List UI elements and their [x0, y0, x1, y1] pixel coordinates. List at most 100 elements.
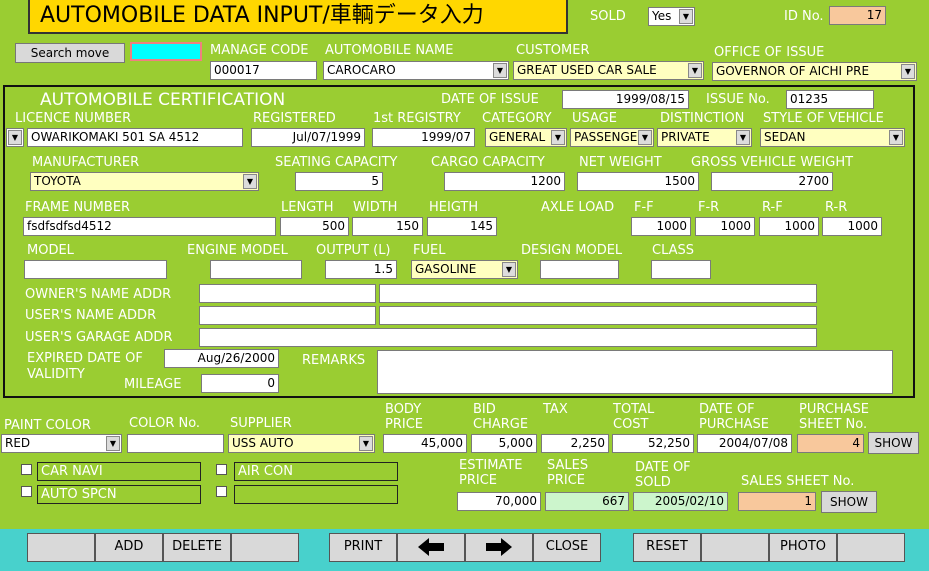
blank-option-checkbox[interactable] — [216, 486, 227, 497]
validity-label: VALIDITY — [27, 367, 85, 382]
close-button[interactable]: CLOSE — [533, 533, 601, 562]
frame-label: FRAME NUMBER — [25, 200, 131, 215]
engine-model-field[interactable] — [210, 260, 302, 279]
licence-field[interactable]: OWARIKOMAKI 501 SA 4512 — [27, 128, 243, 147]
axle-rr-label: R-R — [825, 200, 848, 215]
date-of-purchase-field[interactable]: 2004/07/08 — [697, 434, 792, 453]
owner-name-field[interactable] — [199, 284, 376, 303]
customer-select[interactable]: GREAT USED CAR SALE ▼ — [513, 61, 704, 80]
user-name-field[interactable] — [199, 306, 376, 325]
car-navi-checkbox[interactable] — [21, 464, 32, 475]
owner-addr-field[interactable] — [379, 284, 817, 303]
engine-model-label: ENGINE MODEL — [187, 243, 288, 258]
reset-button[interactable]: RESET — [633, 533, 701, 562]
class-field[interactable] — [651, 260, 711, 279]
date-of-issue-field[interactable]: 1999/08/15 — [562, 90, 689, 109]
automobile-name-select[interactable]: CAROCARO ▼ — [323, 61, 509, 80]
previous-button[interactable] — [397, 533, 465, 562]
first-registry-label: 1st REGISTRY — [373, 111, 461, 126]
output-label: OUTPUT (L) — [316, 243, 391, 258]
search-move-button[interactable]: Search move — [15, 43, 125, 63]
next-button[interactable] — [465, 533, 533, 562]
issue-no-label: ISSUE No. — [706, 92, 770, 107]
length-field[interactable]: 500 — [280, 217, 349, 236]
frame-field[interactable]: fsdfsdfsd4512 — [23, 217, 276, 236]
photo-button[interactable]: PHOTO — [769, 533, 837, 562]
user-addr-field[interactable] — [379, 306, 817, 325]
bid-charge-field[interactable]: 5,000 — [471, 434, 537, 453]
axle-ff-field[interactable]: 1000 — [631, 217, 691, 236]
distinction-select[interactable]: PRIVATE ▼ — [657, 128, 752, 147]
sales-show-button[interactable]: SHOW — [821, 491, 877, 513]
chevron-down-icon: ▼ — [688, 63, 702, 78]
add-button[interactable]: ADD — [95, 533, 163, 562]
auto-spcn-checkbox[interactable] — [21, 486, 32, 497]
purchase-show-button[interactable]: SHOW — [868, 432, 919, 454]
body-price-field[interactable]: 45,000 — [383, 434, 467, 453]
automobile-name-label: AUTOMOBILE NAME — [325, 43, 454, 58]
seating-field[interactable]: 5 — [295, 172, 383, 191]
output-field[interactable]: 1.5 — [325, 260, 397, 279]
axle-rr-field[interactable]: 1000 — [822, 217, 882, 236]
category-select[interactable]: GENERAL ▼ — [485, 128, 567, 147]
sales-price-field[interactable]: 667 — [545, 492, 629, 511]
print-button[interactable]: PRINT — [329, 533, 397, 562]
fuel-select[interactable]: GASOLINE ▼ — [411, 260, 518, 279]
mileage-field[interactable]: 0 — [201, 374, 279, 393]
color-no-field[interactable] — [127, 434, 224, 453]
delete-button[interactable]: DELETE — [163, 533, 231, 562]
date-of-sold-label: DATE OF SOLD — [635, 460, 691, 490]
chevron-down-icon: ▼ — [889, 130, 903, 145]
registered-field[interactable]: Jul/07/1999 — [251, 128, 365, 147]
width-field[interactable]: 150 — [352, 217, 423, 236]
sold-select[interactable]: Yes ▼ — [648, 7, 695, 26]
air-con-checkbox[interactable] — [216, 464, 227, 475]
date-of-sold-field[interactable]: 2005/02/10 — [633, 492, 728, 511]
cargo-field[interactable]: 1200 — [444, 172, 565, 191]
height-field[interactable]: 145 — [427, 217, 497, 236]
expired-date-field[interactable]: Aug/26/2000 — [164, 349, 279, 368]
style-select[interactable]: SEDAN ▼ — [760, 128, 905, 147]
paint-color-label: PAINT COLOR — [4, 418, 91, 433]
office-select[interactable]: GOVERNOR OF AICHI PRE ▼ — [712, 62, 917, 81]
blank-option-label — [234, 485, 398, 504]
total-cost-field[interactable]: 52,250 — [612, 434, 694, 453]
supplier-select[interactable]: USS AUTO ▼ — [228, 434, 375, 453]
paint-color-select[interactable]: RED ▼ — [1, 434, 122, 453]
chevron-down-icon: ▼ — [243, 174, 257, 189]
blank-button-2[interactable] — [231, 533, 299, 562]
garage-addr-field[interactable] — [199, 328, 817, 347]
model-field[interactable] — [24, 260, 167, 279]
net-weight-field[interactable]: 1500 — [577, 172, 699, 191]
purchase-sheet-field[interactable]: 4 — [797, 434, 864, 453]
tax-field[interactable]: 2,250 — [541, 434, 609, 453]
axle-rf-label: R-F — [762, 200, 783, 215]
date-of-purchase-label: DATE OF PURCHASE — [699, 402, 769, 432]
search-input[interactable] — [130, 42, 202, 61]
blank-button-4[interactable] — [837, 533, 905, 562]
id-field[interactable]: 17 — [829, 6, 886, 25]
cargo-label: CARGO CAPACITY — [431, 155, 545, 170]
sales-sheet-field[interactable]: 1 — [738, 492, 816, 511]
gross-weight-field[interactable]: 2700 — [711, 172, 833, 191]
usage-select[interactable]: PASSENGER ▼ — [570, 128, 654, 147]
design-model-field[interactable] — [540, 260, 619, 279]
remarks-field[interactable] — [377, 350, 893, 394]
axle-rf-field[interactable]: 1000 — [759, 217, 819, 236]
model-label: MODEL — [27, 243, 74, 258]
axle-fr-field[interactable]: 1000 — [695, 217, 755, 236]
seating-label: SEATING CAPACITY — [275, 155, 398, 170]
first-registry-field[interactable]: 1999/07 — [372, 128, 475, 147]
blank-button-3[interactable] — [701, 533, 769, 562]
axle-load-label: AXLE LOAD — [541, 200, 615, 215]
customer-label: CUSTOMER — [516, 43, 590, 58]
issue-no-field[interactable]: 01235 — [786, 90, 874, 109]
licence-prefix-select[interactable]: ▼ — [6, 128, 24, 147]
estimate-price-field[interactable]: 70,000 — [457, 492, 541, 511]
manufacturer-select[interactable]: TOYOTA ▼ — [30, 172, 259, 191]
manage-code-field[interactable]: 000017 — [210, 61, 317, 80]
blank-button-1[interactable] — [27, 533, 95, 562]
bid-charge-label: BID CHARGE — [473, 402, 529, 432]
car-navi-label: CAR NAVI — [37, 462, 201, 481]
sales-sheet-label: SALES SHEET No. — [741, 474, 855, 489]
